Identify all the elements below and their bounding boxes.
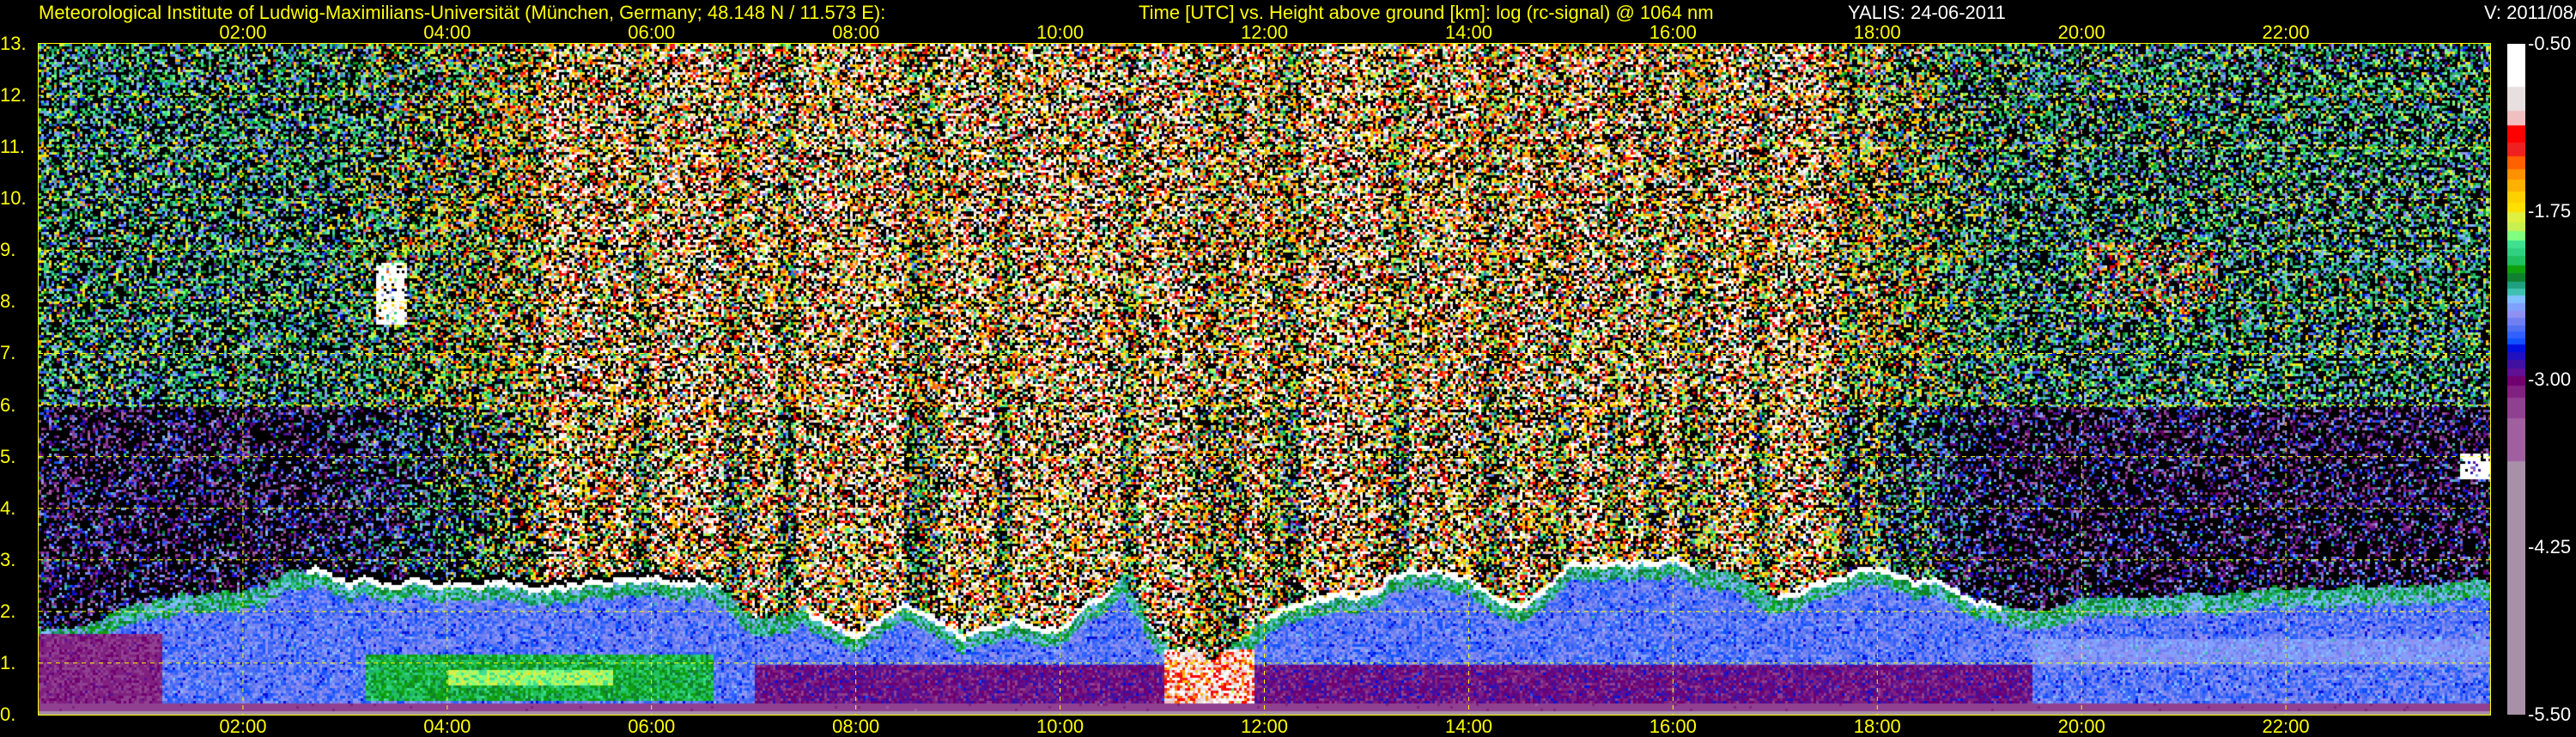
x-tick-label-top: 20:00 bbox=[2057, 21, 2105, 43]
plot-title: Time [UTC] vs. Height above ground [km]:… bbox=[1139, 2, 1714, 23]
x-tick-label-top: 04:00 bbox=[423, 21, 471, 43]
x-tick-label-bottom: 10:00 bbox=[1036, 716, 1084, 737]
y-tick-label: 4. bbox=[0, 496, 16, 519]
x-tick-label-top: 16:00 bbox=[1649, 21, 1697, 43]
y-tick-label: 12. bbox=[0, 84, 27, 107]
colorbar bbox=[2507, 44, 2525, 715]
y-tick-label: 6. bbox=[0, 393, 16, 416]
colorbar-tick-label: -3.00 bbox=[2528, 368, 2572, 390]
y-tick-label: 0. bbox=[0, 704, 16, 725]
x-tick-label-top: 12:00 bbox=[1240, 21, 1289, 43]
y-tick-label: 1. bbox=[0, 651, 16, 673]
colorbar-tick-label: -4.25 bbox=[2528, 535, 2572, 557]
x-tick-label-top: 06:00 bbox=[628, 21, 676, 43]
institute-title: Meteorological Institute of Ludwig-Maxim… bbox=[39, 2, 886, 23]
colorbar-tick-label: -5.50 bbox=[2528, 704, 2572, 725]
x-tick-label-bottom: 02:00 bbox=[219, 716, 267, 737]
y-tick-label: 8. bbox=[0, 290, 16, 313]
x-tick-label-bottom: 14:00 bbox=[1444, 716, 1492, 737]
x-tick-label-bottom: 16:00 bbox=[1649, 716, 1697, 737]
y-tick-label: 2. bbox=[0, 600, 16, 622]
y-tick-label: 3. bbox=[0, 548, 16, 570]
x-tick-label-top: 14:00 bbox=[1444, 21, 1492, 43]
y-tick-label: 7. bbox=[0, 342, 16, 364]
instrument-date: YALIS: 24-06-2011 bbox=[1848, 2, 2006, 23]
x-tick-label-bottom: 06:00 bbox=[628, 716, 676, 737]
x-tick-label-top: 08:00 bbox=[832, 21, 880, 43]
x-tick-label-bottom: 04:00 bbox=[423, 716, 471, 737]
y-tick-label: 5. bbox=[0, 445, 16, 467]
x-tick-label-top: 18:00 bbox=[1853, 21, 1901, 43]
y-tick-label: 10. bbox=[0, 187, 27, 210]
colorbar-tick-label: -1.75 bbox=[2528, 200, 2572, 222]
x-tick-label-top: 02:00 bbox=[219, 21, 267, 43]
colorbar-tick-label: -0.50 bbox=[2528, 33, 2572, 54]
y-tick-label: 11. bbox=[0, 136, 25, 158]
x-tick-label-bottom: 22:00 bbox=[2262, 716, 2310, 737]
y-tick-label: 9. bbox=[0, 239, 16, 261]
x-tick-label-top: 22:00 bbox=[2262, 21, 2310, 43]
x-tick-label-bottom: 12:00 bbox=[1240, 716, 1289, 737]
version-label: V: 2011/08/ bbox=[2484, 2, 2576, 23]
x-tick-label-top: 10:00 bbox=[1036, 21, 1084, 43]
x-tick-label-bottom: 18:00 bbox=[1853, 716, 1901, 737]
grid-lines bbox=[39, 44, 2490, 715]
y-tick-label: 13. bbox=[0, 33, 27, 54]
x-tick-label-bottom: 20:00 bbox=[2057, 716, 2105, 737]
lidar-heatmap bbox=[39, 44, 2490, 715]
x-tick-label-bottom: 08:00 bbox=[832, 716, 880, 737]
